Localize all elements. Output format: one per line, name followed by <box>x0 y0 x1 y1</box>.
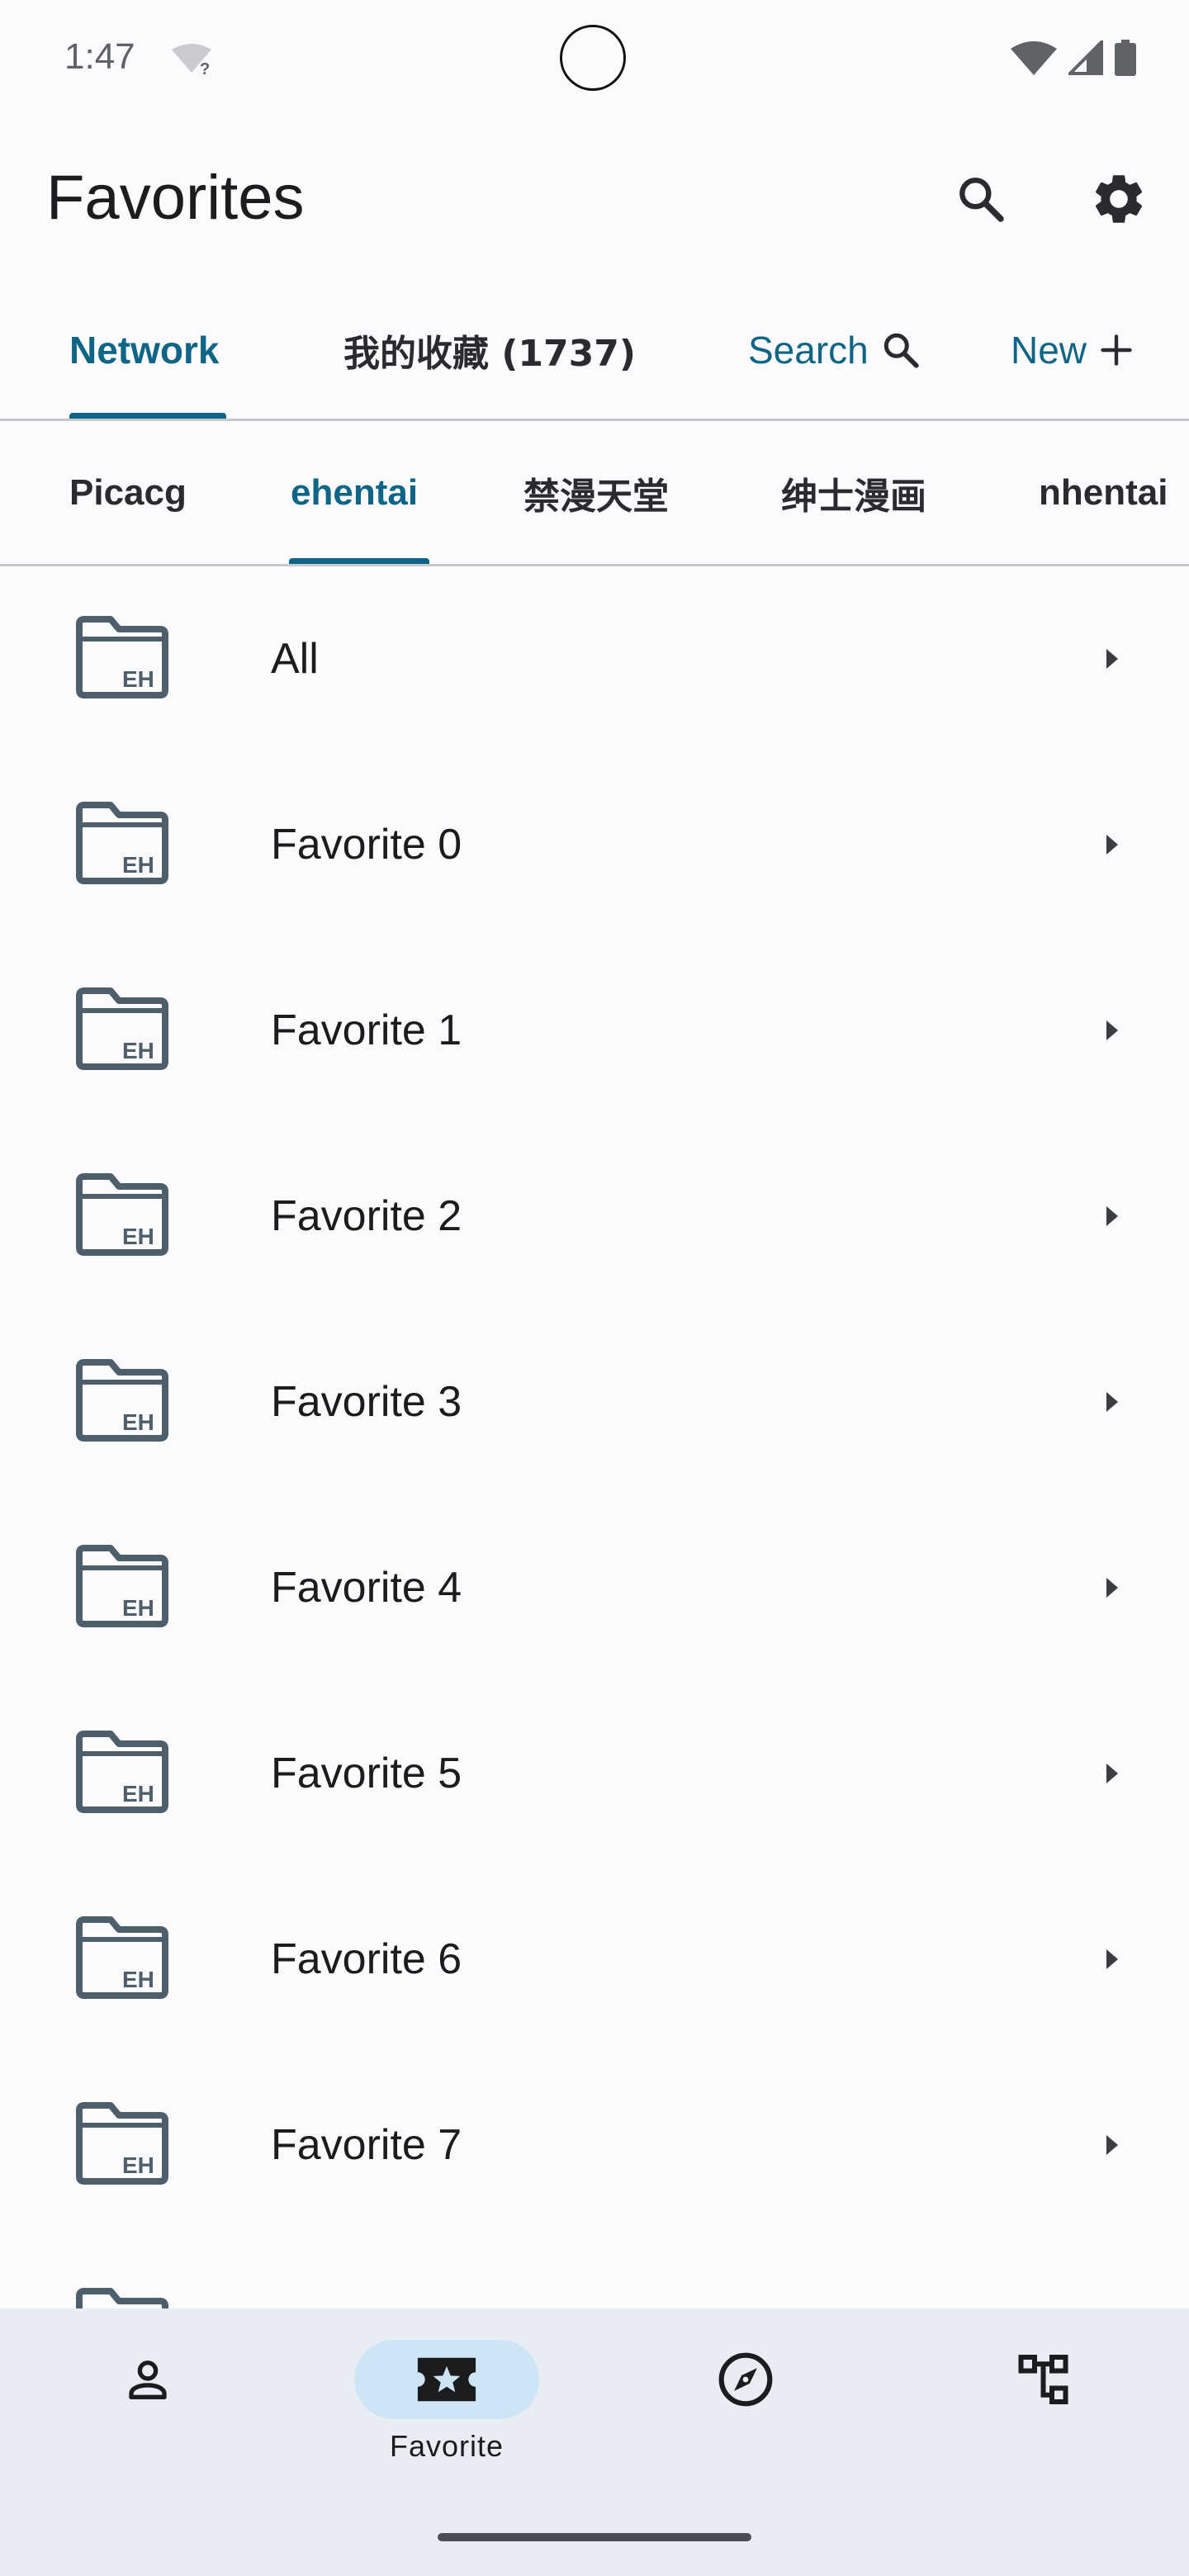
gesture-handle[interactable] <box>438 2533 751 2541</box>
nav-explore[interactable] <box>642 2308 849 2474</box>
settings-icon <box>1095 175 1143 223</box>
eh-folder-icon: EH <box>76 1173 168 1256</box>
settings-button[interactable] <box>1073 154 1164 244</box>
folder-list-item[interactable]: EH Favorite 6 <box>0 1867 1189 2052</box>
folder-label: Favorite 0 <box>271 821 462 869</box>
eh-folder-icon: EH <box>76 1916 168 1999</box>
eh-badge: EH <box>122 1224 154 1249</box>
battery-icon <box>1115 40 1136 76</box>
favorite-star-icon <box>417 2357 476 2402</box>
folder-list-item[interactable]: EH Favorite 3 <box>0 1309 1189 1494</box>
chevron-right-icon <box>1106 1949 1118 1969</box>
status-icons <box>1011 40 1136 76</box>
tab-wnacg[interactable]: 绅士漫画 <box>781 421 926 564</box>
plus-icon <box>1101 334 1132 366</box>
eh-badge: EH <box>122 1038 154 1063</box>
folder-list-item[interactable]: EH Favorite 0 <box>0 752 1189 937</box>
category-tree-icon <box>1018 2355 1068 2404</box>
nav-account[interactable] <box>45 2308 251 2474</box>
eh-folder-icon: EH <box>76 1731 168 1813</box>
new-folder-label: New <box>1011 328 1087 372</box>
folder-list-item[interactable]: EH Favorite 2 <box>0 1124 1189 1309</box>
tab-network[interactable]: Network <box>69 281 219 419</box>
folder-label: Favorite 1 <box>271 1006 462 1054</box>
tab-local-favorites[interactable]: 我的收藏 (1737) <box>343 281 636 419</box>
wifi-icon <box>1011 41 1057 75</box>
camera-cutout <box>560 25 626 91</box>
folder-label: Favorite 2 <box>271 1192 462 1240</box>
folder-list: EH All EH Favorite 0 EH Favorite 1 EH Favorite … <box>0 566 1189 2308</box>
chevron-right-icon <box>1106 1020 1118 1040</box>
folder-list-item[interactable]: EH Favorite 5 <box>0 1681 1189 1866</box>
primary-tab-indicator <box>69 413 226 419</box>
tab-jm[interactable]: 禁漫天堂 <box>523 421 669 564</box>
folder-list-item[interactable]: EH Favorite 8 <box>0 2238 1189 2308</box>
chevron-right-icon <box>1106 649 1118 669</box>
wifi-unknown-icon: ? <box>170 43 216 80</box>
nav-favorite-label: Favorite <box>389 2429 504 2463</box>
eh-badge: EH <box>122 852 154 878</box>
eh-folder-icon: EH <box>76 2102 168 2185</box>
folder-list-item[interactable]: EH Favorite 7 <box>0 2053 1189 2237</box>
eh-badge: EH <box>122 1781 154 1807</box>
chevron-right-icon <box>1106 835 1118 855</box>
folder-label: Favorite 5 <box>271 1750 462 1797</box>
tab-nhentai[interactable]: nhentai <box>1039 421 1168 564</box>
folder-list-item[interactable]: EH Favorite 4 <box>0 1495 1189 1680</box>
folder-label: Favorite 4 <box>271 1564 462 1612</box>
chevron-right-icon <box>1106 2135 1118 2155</box>
eh-folder-icon: EH <box>76 2288 168 2308</box>
folder-label: Favorite 7 <box>271 2121 462 2169</box>
search-icon <box>883 333 919 368</box>
eh-badge: EH <box>122 666 154 692</box>
new-folder-button[interactable]: New <box>1011 281 1135 419</box>
search-tab-button[interactable]: Search <box>748 281 921 419</box>
explore-compass-icon <box>718 2352 773 2407</box>
source-tab-indicator <box>289 558 429 564</box>
tab-picacg[interactable]: Picacg <box>69 421 187 564</box>
search-button[interactable] <box>936 154 1026 244</box>
chevron-right-icon <box>1106 1392 1118 1412</box>
svg-text:?: ? <box>200 60 210 76</box>
eh-badge: EH <box>122 2152 154 2178</box>
folder-label: Favorite 8 <box>271 2238 462 2308</box>
chevron-right-icon <box>1106 1764 1118 1783</box>
folder-label: Favorite 3 <box>271 1378 462 1426</box>
search-icon <box>959 178 1004 222</box>
nav-categories[interactable] <box>941 2308 1148 2474</box>
folder-list-item[interactable]: EH Favorite 1 <box>0 938 1189 1123</box>
page-title: Favorites <box>46 163 305 233</box>
eh-folder-icon: EH <box>76 1359 168 1442</box>
source-tab-bar: Picacg ehentai 禁漫天堂 绅士漫画 nhentai <box>0 421 1189 566</box>
tab-ehentai[interactable]: ehentai <box>291 421 418 564</box>
person-icon <box>129 2361 167 2399</box>
eh-badge: EH <box>122 1595 154 1621</box>
eh-folder-icon: EH <box>76 1545 168 1627</box>
eh-folder-icon: EH <box>76 616 168 698</box>
eh-folder-icon: EH <box>76 802 168 884</box>
chevron-right-icon <box>1106 1578 1118 1598</box>
status-time: 1:47 <box>64 36 135 77</box>
search-tab-label: Search <box>748 328 869 372</box>
folder-label: All <box>271 635 319 683</box>
eh-badge: EH <box>122 1967 154 1992</box>
cellular-signal-icon <box>1068 40 1103 75</box>
nav-favorite[interactable]: Favorite <box>343 2308 550 2474</box>
eh-badge: EH <box>122 1409 154 1435</box>
primary-tab-bar: Network 我的收藏 (1737) Search New <box>0 281 1189 421</box>
folder-list-item[interactable]: EH All <box>0 566 1189 751</box>
chevron-right-icon <box>1106 1206 1118 1226</box>
folder-label: Favorite 6 <box>271 1935 462 1983</box>
eh-folder-icon: EH <box>76 987 168 1070</box>
